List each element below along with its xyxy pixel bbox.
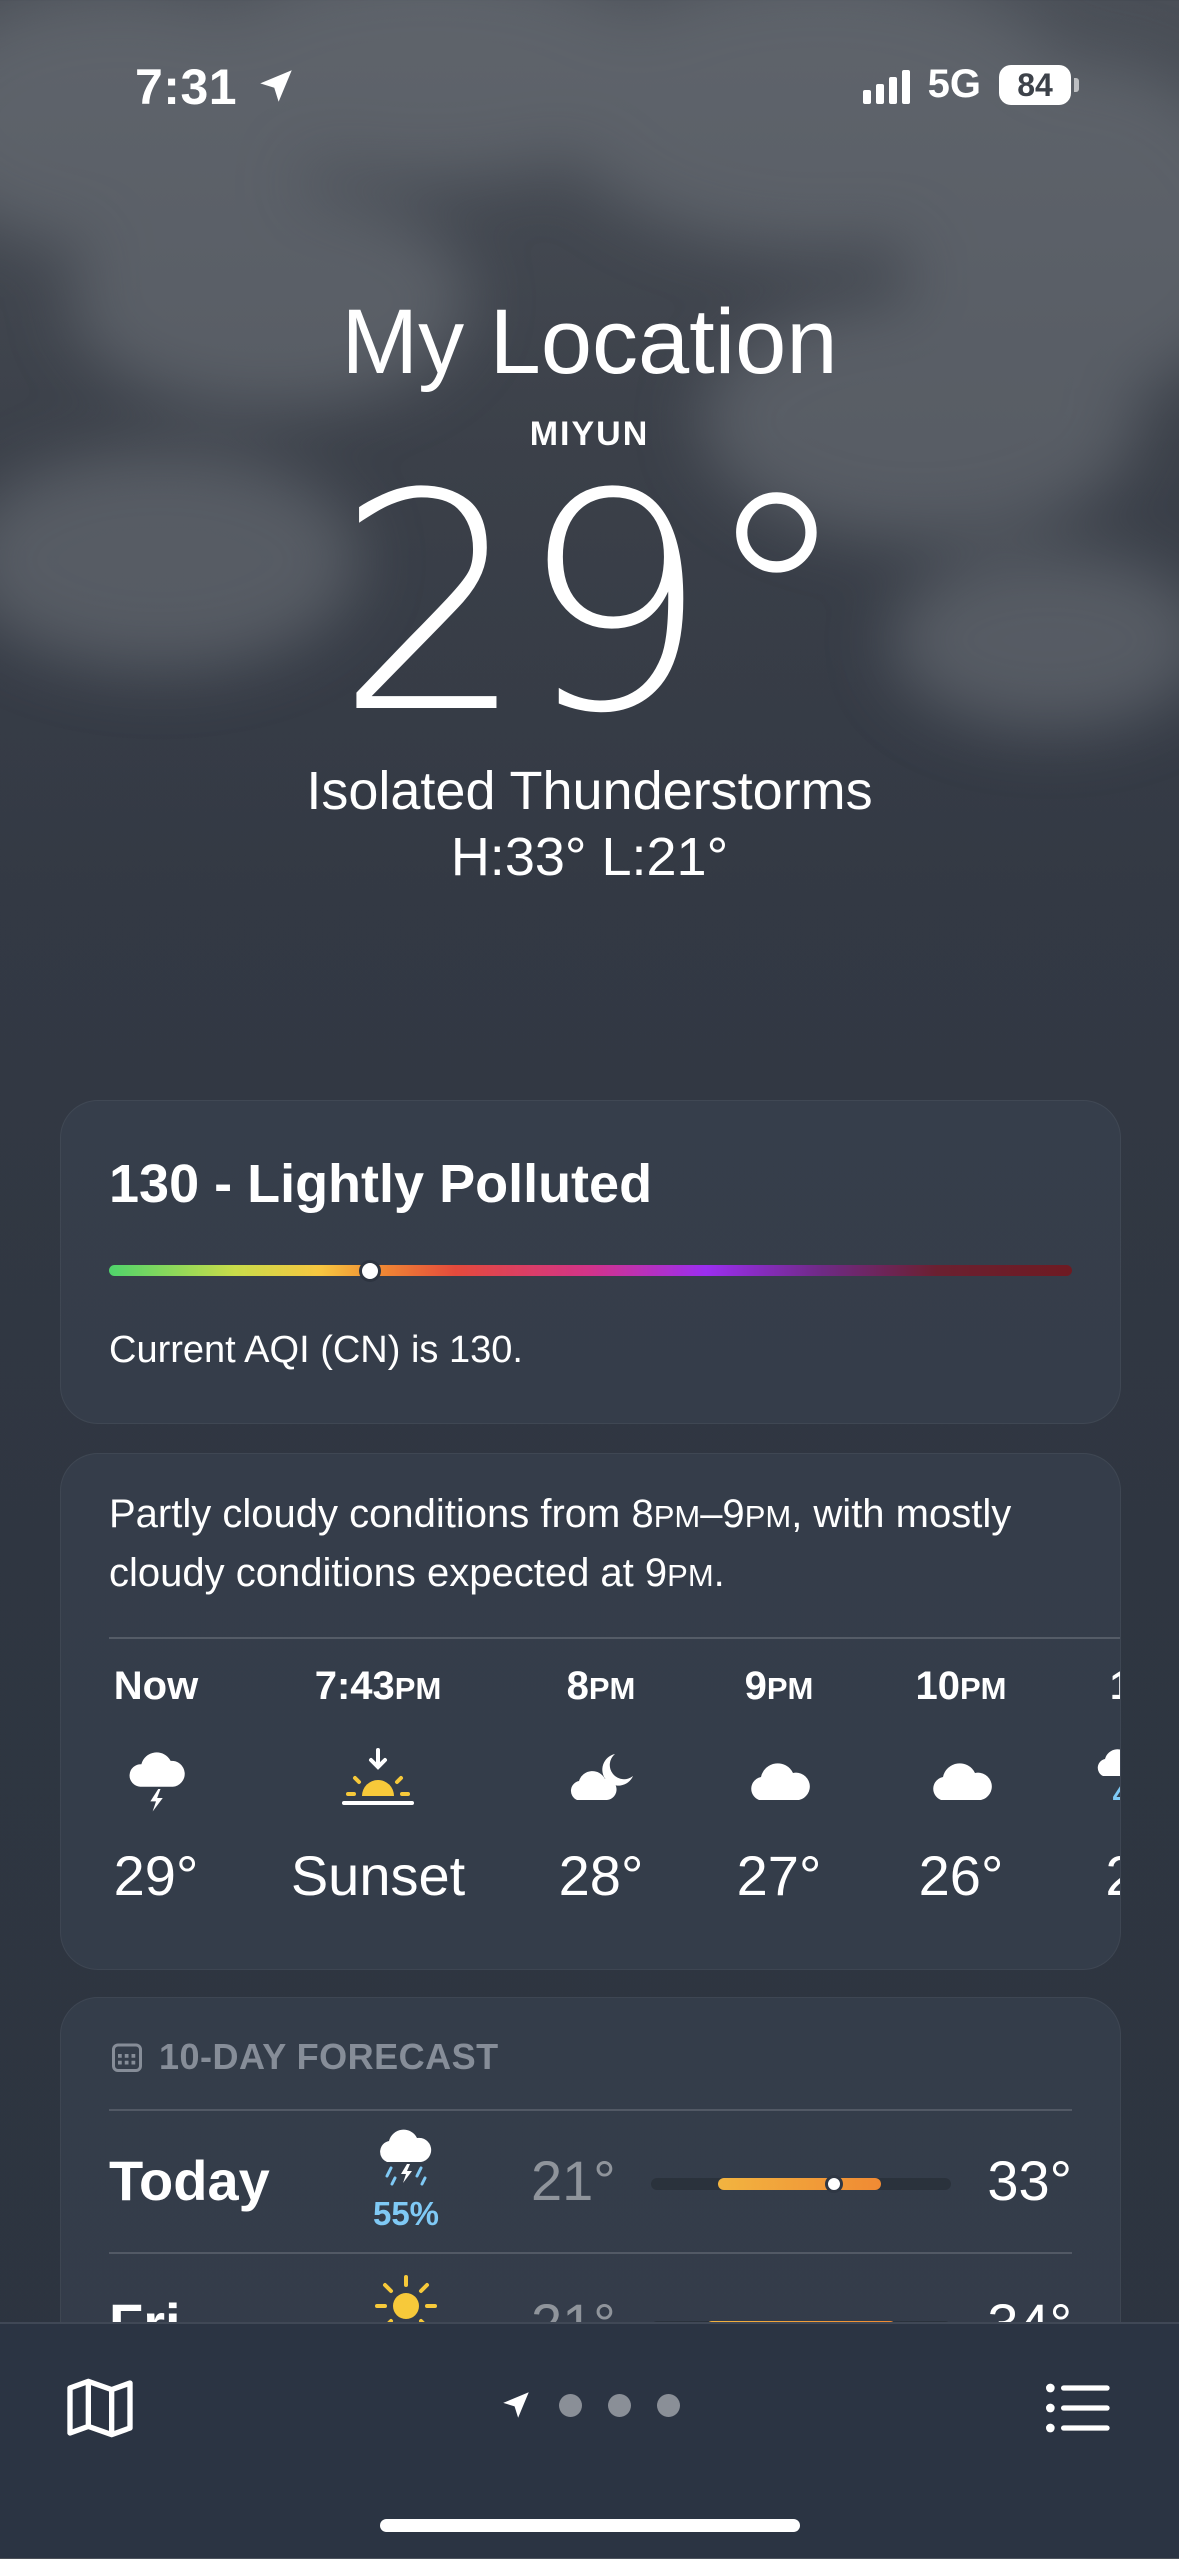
- sunset-icon: [278, 1732, 478, 1827]
- temperature-range-fill: [718, 2178, 881, 2190]
- hour-item: 9PM 27°: [679, 1664, 879, 1908]
- hour-value: Sunset: [290, 1844, 466, 1907]
- aqi-scale-bar: [109, 1265, 1072, 1276]
- current-condition: Isolated Thunderstorms: [306, 761, 873, 821]
- page-dot[interactable]: [559, 2393, 582, 2417]
- partly-cloudy-night-icon: [501, 1732, 701, 1827]
- hour-time: 7:43PM: [314, 1664, 442, 1708]
- cloud-icon: [679, 1732, 879, 1827]
- battery-level: 84: [999, 64, 1071, 105]
- status-bar-indicators: 5G 84: [862, 62, 1079, 107]
- hour-time: 9PM: [744, 1664, 814, 1708]
- hour-temperature: 29°: [113, 1844, 199, 1907]
- location-title: My Location: [341, 291, 838, 393]
- page-dot[interactable]: [608, 2393, 631, 2417]
- network-type: 5G: [927, 62, 981, 106]
- hour-item: 1 4 2: [1021, 1664, 1120, 1908]
- hour-item: 8PM 28°: [501, 1664, 701, 1908]
- hourly-divider: [109, 1637, 1120, 1639]
- hour-item: Now 29°: [61, 1664, 256, 1908]
- location-arrow-icon: [503, 2392, 529, 2418]
- forecast-day: Today: [109, 2149, 270, 2212]
- page-dot[interactable]: [657, 2393, 680, 2417]
- temperature-range-bar: [651, 2175, 951, 2193]
- precipitation-chance: 55%: [372, 2195, 440, 2232]
- locations-list-button[interactable]: [1037, 2368, 1117, 2448]
- air-quality-card[interactable]: 130 - Lightly Polluted Current AQI (CN) …: [60, 1100, 1121, 1424]
- thunderstorm-rain-icon: 55%: [346, 2128, 466, 2233]
- forecast-high: 33°: [987, 2149, 1072, 2212]
- hour-item: 7:43PM Sunset: [278, 1664, 478, 1908]
- hour-time: Now: [113, 1664, 199, 1708]
- status-bar-time: 7:31: [135, 58, 297, 116]
- aqi-indicator: [359, 1260, 381, 1282]
- hour-precipitation: 4: [1113, 1778, 1120, 1812]
- hour-temperature: 27°: [736, 1844, 822, 1907]
- current-temperature: 29°: [335, 430, 852, 779]
- thunderstorm-cloud-icon: [61, 1732, 256, 1827]
- aqi-title: 130 - Lightly Polluted: [109, 1154, 653, 1214]
- hour-temperature: 2: [1021, 1843, 1120, 1908]
- home-indicator[interactable]: [380, 2519, 800, 2532]
- page-indicator[interactable]: [0, 2388, 1179, 2422]
- high-low-temperature: H:33° L:21°: [450, 827, 729, 887]
- forecast-low: 21°: [531, 2149, 616, 2212]
- battery-icon: 84: [999, 64, 1079, 105]
- hourly-forecast-card[interactable]: Partly cloudy conditions from 8PM–9PM, w…: [60, 1453, 1121, 1970]
- hour-temperature: 28°: [558, 1844, 644, 1907]
- hour-time: 1: [1021, 1664, 1120, 1720]
- cellular-signal-icon: [862, 66, 910, 104]
- aqi-description: Current AQI (CN) is 130.: [109, 1329, 523, 1371]
- list-icon: [1046, 2383, 1110, 2433]
- calendar-icon: [112, 2043, 142, 2072]
- forecast-header: 10-DAY FORECAST: [109, 2036, 499, 2078]
- forecast-row-today[interactable]: Today 55% 21° 33°: [61, 2110, 1120, 2250]
- hour-time: 8PM: [566, 1664, 636, 1708]
- forecast-header-label: 10-DAY FORECAST: [159, 2036, 499, 2077]
- location-services-icon: [260, 70, 293, 102]
- current-temperature-dot: [825, 2175, 843, 2193]
- rain-cloud-icon: 4: [1021, 1732, 1120, 1827]
- hourly-summary: Partly cloudy conditions from 8PM–9PM, w…: [109, 1492, 1012, 1595]
